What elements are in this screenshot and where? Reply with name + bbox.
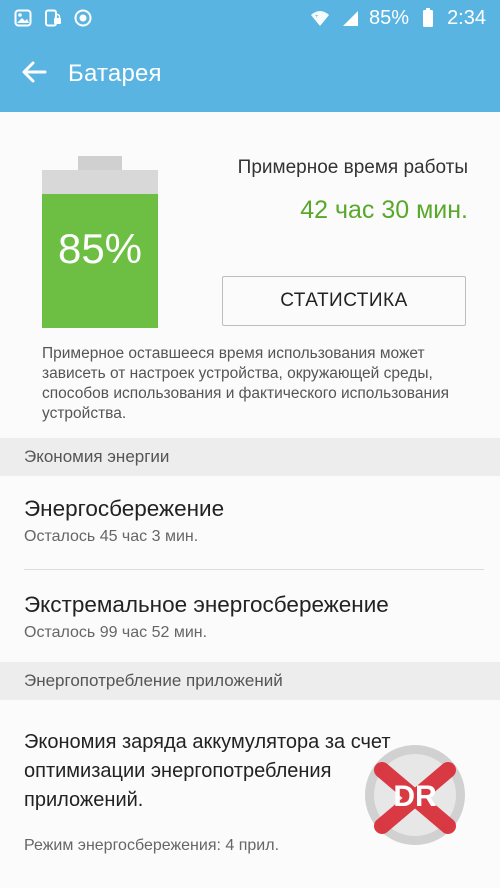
watermark-logo: DR bbox=[360, 740, 470, 850]
battery-icon bbox=[417, 7, 439, 29]
svg-text:DR: DR bbox=[393, 780, 437, 813]
back-button[interactable] bbox=[0, 36, 66, 112]
section-header-app-usage: Энергопотребление приложений bbox=[0, 662, 500, 700]
app-bar: Батарея bbox=[0, 36, 500, 112]
section-header-energy: Экономия энергии bbox=[0, 438, 500, 476]
estimate-value: 42 час 30 мин. bbox=[300, 196, 468, 224]
extreme-power-saving-title: Экстремальное энергосбережение bbox=[24, 592, 389, 617]
notification-target-icon bbox=[72, 7, 94, 29]
svg-text:+: + bbox=[315, 14, 319, 20]
estimate-disclaimer: Примерное оставшееся время использования… bbox=[42, 345, 450, 422]
clock-text: 2:34 bbox=[447, 6, 486, 29]
status-bar: + 85% 2:34 bbox=[0, 0, 500, 36]
power-saving-subtitle: Осталось 45 час 3 мин. bbox=[24, 528, 199, 545]
estimate-label: Примерное время работы bbox=[237, 157, 468, 178]
power-saving-title: Энергосбережение bbox=[24, 496, 225, 521]
list-item-extreme-power-saving[interactable]: Экстремальное энергосбережение Осталось … bbox=[0, 570, 500, 662]
app-power-saving-title: Экономия заряда аккумулятора за счет опт… bbox=[24, 731, 391, 811]
signal-icon bbox=[339, 7, 361, 29]
statistics-button[interactable]: СТАТИСТИКА bbox=[222, 276, 466, 326]
page-title: Батарея bbox=[68, 60, 162, 87]
arrow-left-icon bbox=[21, 60, 47, 89]
system-icons: + 85% 2:34 bbox=[309, 7, 486, 30]
battery-percent-text: 85% bbox=[369, 6, 410, 29]
estimate-block: Примерное время работы 42 час 30 мин. bbox=[218, 154, 468, 225]
notification-icons bbox=[12, 7, 94, 29]
list-item-power-saving[interactable]: Энергосбережение Осталось 45 час 3 мин. bbox=[0, 476, 500, 570]
wifi-icon: + bbox=[309, 7, 331, 29]
battery-percent-label: 85% bbox=[57, 225, 143, 272]
battery-cap bbox=[78, 156, 122, 170]
extreme-power-saving-subtitle: Осталось 99 час 52 мин. bbox=[24, 624, 208, 641]
battery-graphic: 85% bbox=[42, 156, 158, 342]
battery-summary: 85% Примерное время работы 42 час 30 мин… bbox=[0, 112, 500, 438]
notification-image-icon bbox=[12, 7, 34, 29]
notification-phone-lock-icon bbox=[42, 7, 64, 29]
